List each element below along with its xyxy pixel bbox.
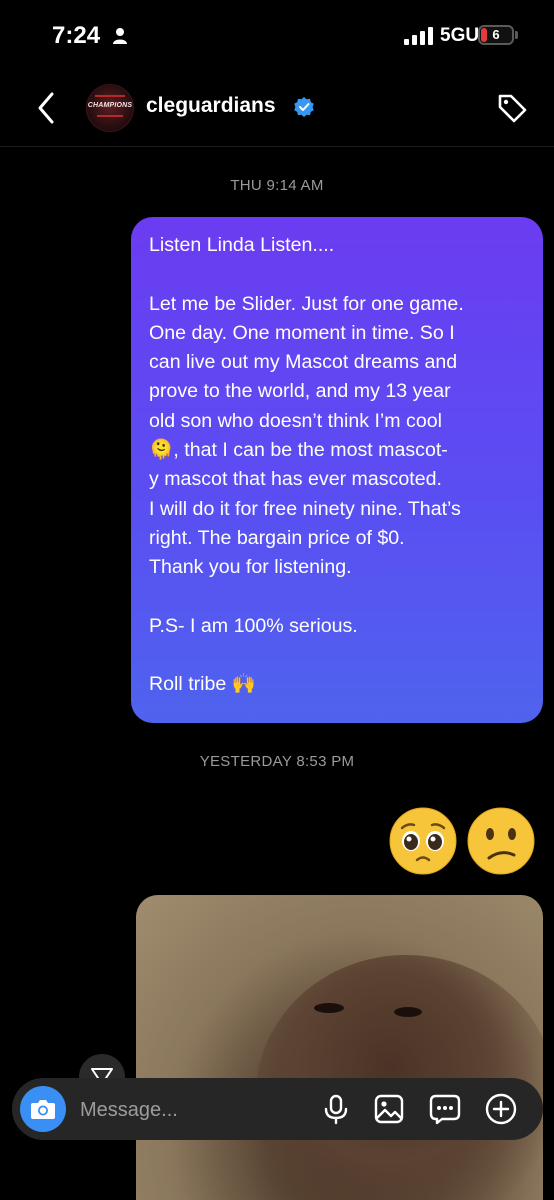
signal-icon xyxy=(404,27,433,45)
battery-icon: 6 xyxy=(478,25,514,45)
message-gap xyxy=(149,641,525,670)
timestamp: THU 9:14 AM xyxy=(230,177,324,194)
chat-header: CHAMPIONS cleguardians xyxy=(0,70,554,147)
message-line: old son who doesn’t think I’m cool xyxy=(149,409,442,432)
message-input[interactable] xyxy=(78,1092,312,1128)
person-icon xyxy=(113,28,127,44)
message-line: Let me be Slider. Just for one game. xyxy=(149,292,464,315)
battery-level: 6 xyxy=(492,27,500,42)
sticker-icon[interactable] xyxy=(428,1092,462,1126)
message-line: Listen Linda Listen.... xyxy=(149,234,335,256)
timestamp: YESTERDAY 8:53 PM xyxy=(199,753,355,770)
tag-icon[interactable] xyxy=(494,90,530,126)
status-bar: 7:24 5GUC 6 xyxy=(0,0,554,70)
message-line: Roll tribe 🙌 xyxy=(149,673,257,696)
message-bubble[interactable]: Listen Linda Listen.... Let me be Slider… xyxy=(131,217,543,723)
message-line: can live out my Mascot dreams and xyxy=(149,351,458,374)
media-detail xyxy=(394,1007,422,1017)
avatar-text: CHAMPIONS xyxy=(87,102,133,109)
message-line: Thank you for listening. xyxy=(149,556,352,579)
avatar[interactable]: CHAMPIONS xyxy=(86,84,134,132)
message-gap xyxy=(149,260,525,289)
verified-badge-icon xyxy=(294,97,314,117)
microphone-icon[interactable] xyxy=(319,1092,353,1126)
message-line: P.S- I am 100% serious. xyxy=(149,614,358,637)
message-line: 🫠, that I can be the most mascot- xyxy=(149,439,448,462)
confused-face-icon[interactable] xyxy=(466,806,536,876)
media-detail xyxy=(314,1003,344,1013)
camera-button[interactable] xyxy=(20,1086,66,1132)
message-line: prove to the world, and my 13 year xyxy=(149,380,451,403)
message-line: y mascot that has ever mascoted. xyxy=(149,468,442,491)
message-composer xyxy=(12,1078,543,1140)
gallery-icon[interactable] xyxy=(372,1092,406,1126)
battery-tip xyxy=(515,31,518,39)
message-gap xyxy=(149,583,525,612)
plus-icon[interactable] xyxy=(484,1092,518,1126)
username[interactable]: cleguardians xyxy=(146,94,276,118)
media-attachment[interactable] xyxy=(136,895,543,1200)
message-line: right. The bargain price of $0. xyxy=(149,526,405,549)
back-chevron-icon[interactable] xyxy=(28,88,64,128)
avatar-stripe xyxy=(97,115,123,117)
message-line: I will do it for free ninety nine. That’… xyxy=(149,497,461,520)
avatar-stripe xyxy=(95,95,125,97)
pleading-face-icon[interactable] xyxy=(388,806,458,876)
status-time: 7:24 xyxy=(52,22,101,49)
camera-icon xyxy=(31,1100,55,1119)
message-line: One day. One moment in time. So I xyxy=(149,321,455,344)
